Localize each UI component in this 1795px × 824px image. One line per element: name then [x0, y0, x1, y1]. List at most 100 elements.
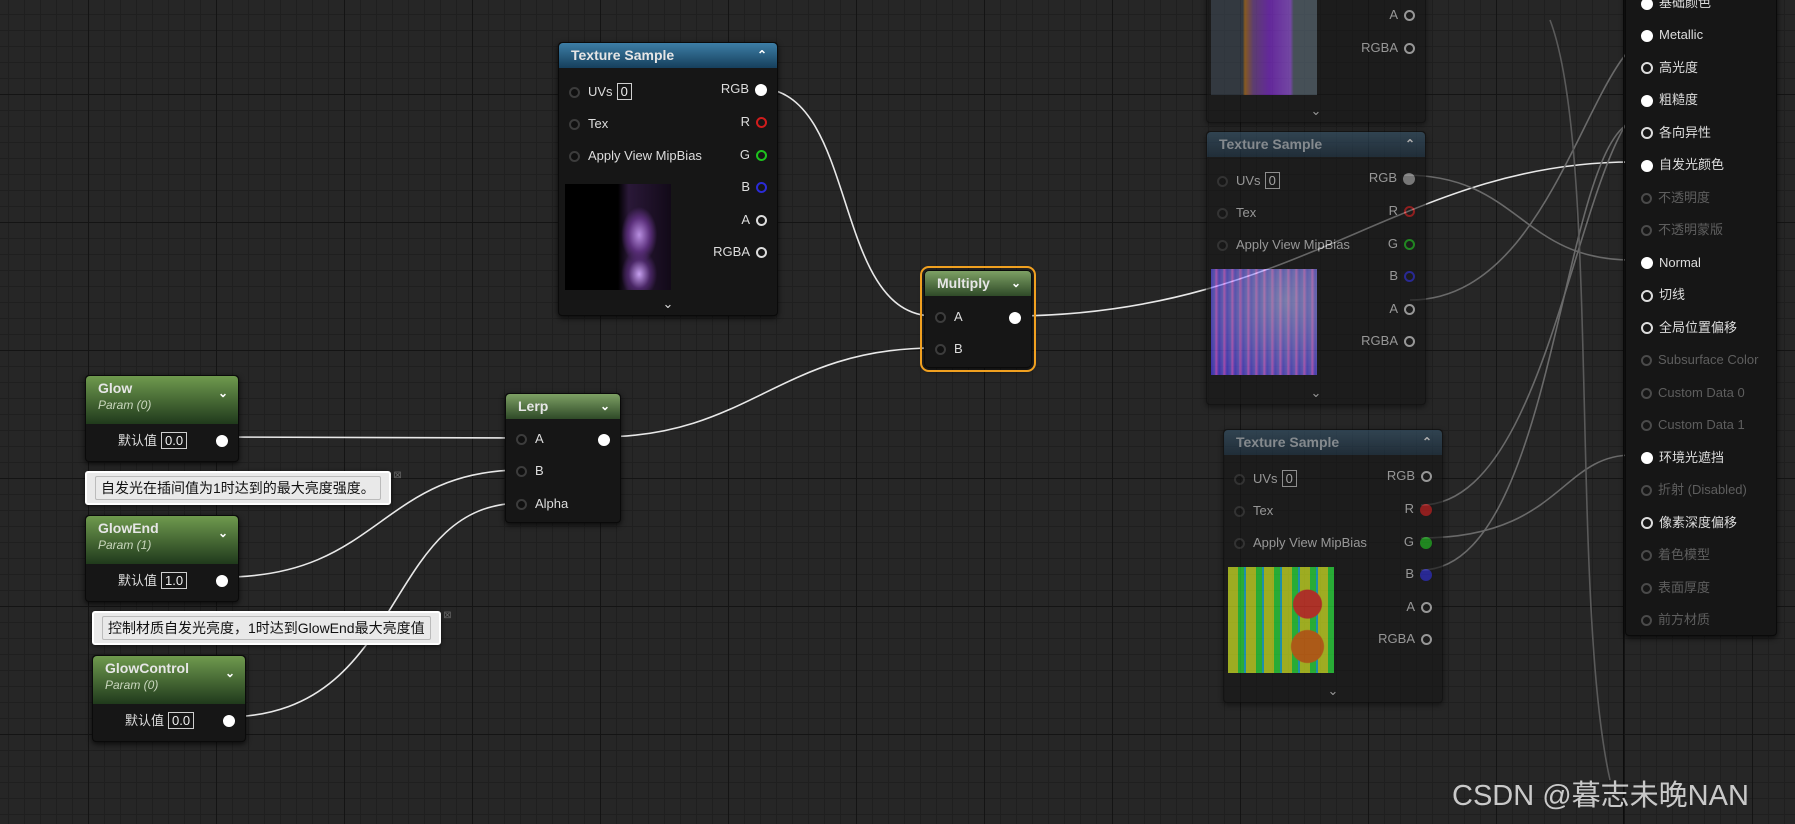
result-input-partial[interactable]: 基础颜色 [1641, 0, 1711, 11]
multiply-node[interactable]: Multiply ⌄ A B [920, 266, 1036, 372]
output-rgba[interactable]: RGBA [1361, 40, 1415, 56]
pin-icon[interactable] [1404, 206, 1415, 218]
pin-icon[interactable] [1217, 176, 1228, 188]
default-value-row[interactable]: 默认值 0.0 [125, 712, 195, 729]
texture-sample-top-node[interactable]: A RGBA ⌄ [1206, 0, 1426, 123]
lerp-node[interactable]: Lerp ⌄ A B Alpha [505, 393, 621, 523]
chevron-down-icon[interactable]: ⌄ [225, 666, 235, 680]
pin-icon[interactable] [569, 87, 580, 99]
pin-icon[interactable]: ⊠ [393, 470, 401, 481]
glowcontrol-param-node[interactable]: GlowControl Param (0) ⌄ 默认值 0.0 [92, 655, 246, 742]
pin-icon[interactable] [1641, 322, 1653, 335]
output-a[interactable]: A [1406, 599, 1432, 615]
texture-sample-node-2[interactable]: Texture Sample ⌃ UVs 0 Tex Apply View MipB… [1206, 131, 1426, 405]
pin-icon[interactable] [598, 433, 610, 446]
output-b[interactable]: B [1389, 268, 1415, 284]
result-input-row[interactable]: 全局位置偏移 [1641, 320, 1737, 336]
uvs-value-field[interactable]: 0 [1281, 470, 1297, 487]
pin-icon[interactable] [1641, 452, 1653, 465]
pin-icon[interactable] [516, 499, 527, 511]
pin-icon[interactable] [1421, 471, 1432, 483]
pin-icon[interactable] [1641, 29, 1653, 42]
default-value-row[interactable]: 默认值 0.0 [118, 432, 188, 449]
result-input-row[interactable]: Metallic [1641, 27, 1703, 43]
chevron-down-icon[interactable]: ⌄ [218, 386, 228, 400]
node-header[interactable]: Texture Sample ⌃ [559, 43, 777, 68]
node-header[interactable]: GlowControl Param (0) ⌄ [93, 656, 245, 704]
input-b[interactable]: B [516, 463, 544, 479]
pin-icon[interactable] [935, 312, 946, 324]
glowend-param-node[interactable]: GlowEnd Param (1) ⌄ 默认值 1.0 [85, 515, 239, 602]
pin-icon[interactable] [569, 119, 580, 131]
pin-icon[interactable] [1641, 0, 1653, 10]
pin-icon[interactable] [1404, 271, 1415, 283]
chevron-down-icon[interactable]: ⌄ [600, 394, 610, 419]
input-tex[interactable]: Tex [1217, 205, 1256, 221]
pin-icon[interactable] [223, 714, 235, 727]
pin-icon[interactable] [216, 574, 228, 587]
input-mipbias[interactable]: Apply View MipBias [1217, 237, 1350, 253]
input-mipbias[interactable]: Apply View MipBias [569, 148, 702, 164]
output-value[interactable] [210, 432, 228, 448]
output-r[interactable]: R [1389, 203, 1415, 219]
output-a[interactable]: A [1389, 7, 1415, 23]
pin-icon[interactable] [1234, 506, 1245, 518]
pin-icon[interactable] [1641, 517, 1653, 530]
node-header[interactable]: GlowEnd Param (1) ⌄ [86, 516, 238, 564]
input-uvs[interactable]: UVs 0 [1217, 172, 1280, 189]
uvs-value-field[interactable]: 0 [616, 83, 632, 100]
default-value-row[interactable]: 默认值 1.0 [118, 572, 188, 589]
pin-icon[interactable] [1421, 602, 1432, 614]
result-input-row[interactable]: 切线 [1641, 287, 1685, 303]
chevron-down-icon[interactable]: ⌄ [1011, 271, 1021, 296]
input-tex[interactable]: Tex [1234, 503, 1273, 519]
pin-icon[interactable] [216, 434, 228, 447]
pin-icon[interactable] [1404, 304, 1415, 316]
result-input-row[interactable]: 环境光遮挡 [1641, 450, 1724, 466]
node-header[interactable]: Glow Param (0) ⌄ [86, 376, 238, 424]
pin-icon[interactable] [1420, 568, 1432, 581]
result-input-row[interactable]: 自发光颜色 [1641, 157, 1724, 173]
result-input-row[interactable]: 高光度 [1641, 60, 1698, 76]
result-input-row[interactable]: Normal [1641, 255, 1701, 271]
pin-icon[interactable] [516, 434, 527, 446]
pin-icon[interactable] [756, 117, 767, 129]
glow-param-node[interactable]: Glow Param (0) ⌄ 默认值 0.0 [85, 375, 239, 462]
output-b[interactable]: B [1405, 566, 1432, 582]
result-input-row[interactable]: 粗糙度 [1641, 92, 1698, 108]
output-value[interactable] [217, 712, 235, 728]
output-rgba[interactable]: RGBA [713, 244, 767, 260]
pin-icon[interactable] [755, 83, 767, 96]
pin-icon[interactable] [1404, 43, 1415, 55]
output-a[interactable]: A [1389, 301, 1415, 317]
pin-icon[interactable] [756, 150, 767, 162]
input-tex[interactable]: Tex [569, 116, 608, 132]
pin-icon[interactable] [1641, 62, 1653, 75]
output-g[interactable]: G [1404, 534, 1432, 550]
node-header[interactable]: Texture Sample ⌃ [1207, 132, 1425, 157]
output-a[interactable]: A [741, 212, 767, 228]
pin-icon[interactable] [1420, 536, 1432, 549]
output-rgba[interactable]: RGBA [1361, 333, 1415, 349]
input-a[interactable]: A [935, 309, 963, 325]
result-input-row[interactable]: 像素深度偏移 [1641, 515, 1737, 531]
input-uvs[interactable]: UVs 0 [569, 83, 632, 100]
material-result-node[interactable]: 基础颜色 Metallic 高光度 粗糙度 各向异性 自发光颜色 不透明度 不透明蒙版 Nor… [1625, 0, 1777, 636]
output-rgba[interactable]: RGBA [1378, 631, 1432, 647]
input-b[interactable]: B [935, 341, 963, 357]
chevron-down-icon[interactable]: ⌄ [218, 526, 228, 540]
pin-icon[interactable] [1641, 127, 1653, 140]
value-field[interactable]: 0.0 [161, 432, 188, 449]
input-uvs[interactable]: UVs 0 [1234, 470, 1297, 487]
output-g[interactable]: G [1388, 236, 1415, 252]
chevron-down-icon[interactable]: ⌄ [1224, 683, 1442, 699]
value-field[interactable]: 1.0 [161, 572, 188, 589]
pin-icon[interactable] [935, 344, 946, 356]
node-header[interactable]: Texture Sample ⌃ [1224, 430, 1442, 455]
input-alpha[interactable]: Alpha [516, 496, 568, 512]
pin-icon[interactable] [756, 247, 767, 259]
input-mipbias[interactable]: Apply View MipBias [1234, 535, 1367, 551]
output-r[interactable]: R [1405, 501, 1432, 517]
output-g[interactable]: G [740, 147, 767, 163]
pin-icon[interactable] [1421, 634, 1432, 646]
